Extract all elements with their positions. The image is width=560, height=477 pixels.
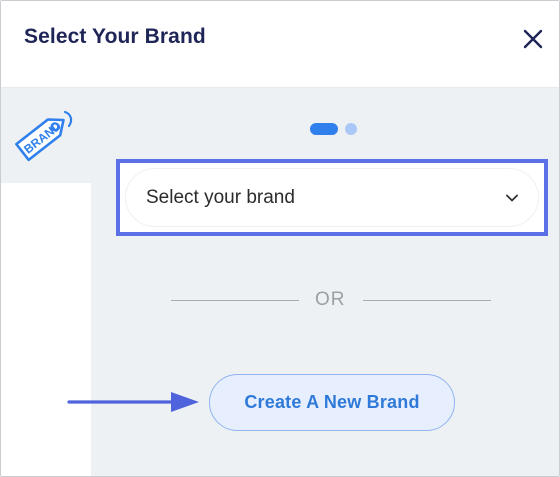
main-panel: Select your brand OR Create A New Brand xyxy=(91,88,559,476)
divider-line-left xyxy=(171,300,299,301)
brand-select-highlight: Select your brand xyxy=(116,159,548,236)
brand-select-dropdown[interactable]: Select your brand xyxy=(126,169,538,226)
brand-select-placeholder: Select your brand xyxy=(146,187,295,208)
step-dot-active xyxy=(310,123,338,135)
close-icon xyxy=(523,29,543,49)
pointer-arrow-icon xyxy=(67,392,199,412)
create-new-brand-label: Create A New Brand xyxy=(244,392,420,412)
brand-tag-icon: BRAND xyxy=(15,110,73,162)
brand-dialog: Select Your Brand BRAND Select your bran… xyxy=(0,0,560,477)
sidebar-item-brand[interactable]: BRAND xyxy=(1,88,91,183)
close-button[interactable] xyxy=(519,25,547,53)
create-new-brand-button[interactable]: Create A New Brand xyxy=(209,374,455,431)
dialog-title: Select Your Brand xyxy=(24,25,206,48)
dialog-header: Select Your Brand xyxy=(1,1,559,88)
or-divider-text: OR xyxy=(315,289,346,310)
chevron-down-icon xyxy=(506,194,518,202)
divider-line-right xyxy=(363,300,491,301)
sidebar: BRAND xyxy=(1,88,91,476)
step-dot xyxy=(345,123,357,135)
